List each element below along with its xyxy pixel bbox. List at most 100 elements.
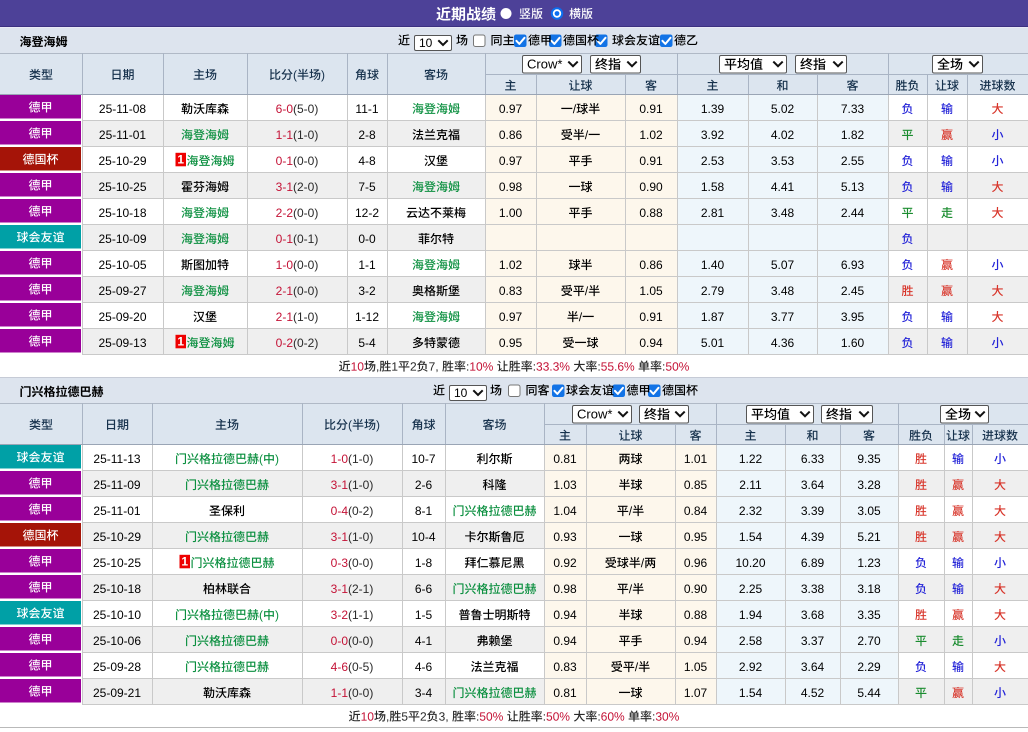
svg-text:6.93: 6.93 [841,258,865,272]
svg-text:0-3: 0-3 [331,556,349,570]
svg-text:5-4: 5-4 [358,336,376,350]
svg-text:0.83: 0.83 [553,660,577,674]
svg-text:1.22: 1.22 [739,452,763,466]
svg-text:2.81: 2.81 [701,206,725,220]
svg-text:1.01: 1.01 [684,452,708,466]
svg-text:(1-0): (1-0) [348,530,373,544]
svg-text:10: 10 [419,36,433,50]
svg-text:1.82: 1.82 [841,128,865,142]
svg-text:25-09-21: 25-09-21 [93,686,141,700]
svg-text:8-1: 8-1 [415,504,433,518]
svg-text:1: 1 [181,555,188,569]
svg-text:(0-5): (0-5) [348,660,373,674]
svg-text:3.53: 3.53 [771,154,795,168]
svg-text:1-1: 1-1 [358,258,376,272]
svg-text:1.23: 1.23 [857,556,881,570]
svg-text:0.86: 0.86 [639,258,663,272]
svg-text:3.95: 3.95 [841,310,865,324]
svg-text:12-2: 12-2 [355,206,379,220]
svg-text:0.81: 0.81 [553,686,577,700]
svg-text:4.36: 4.36 [771,336,795,350]
svg-text:(1-0): (1-0) [348,452,373,466]
svg-text:(5-0): (5-0) [293,102,318,116]
svg-text:5.07: 5.07 [771,258,795,272]
svg-text:25-11-01: 25-11-01 [99,128,146,142]
svg-text:0.94: 0.94 [684,634,708,648]
svg-text:3.37: 3.37 [801,634,825,648]
svg-text:3.05: 3.05 [857,504,881,518]
svg-text:2.53: 2.53 [701,154,725,168]
svg-text:0.91: 0.91 [639,154,663,168]
svg-text:0-0: 0-0 [358,232,376,246]
svg-text:1: 1 [177,153,184,167]
svg-text:3.64: 3.64 [801,478,825,492]
svg-text:0.90: 0.90 [684,582,708,596]
svg-text:3.68: 3.68 [801,608,825,622]
svg-text:2-6: 2-6 [415,478,433,492]
svg-text:2.92: 2.92 [739,660,763,674]
svg-text:4-8: 4-8 [358,154,376,168]
svg-text:1.05: 1.05 [684,660,708,674]
svg-text:1-1: 1-1 [331,686,349,700]
svg-text:1.58: 1.58 [701,180,725,194]
svg-text:5.21: 5.21 [857,530,881,544]
svg-text:2.25: 2.25 [739,582,763,596]
svg-text:3.48: 3.48 [771,206,795,220]
svg-text:0.81: 0.81 [553,452,577,466]
svg-text:(1-1): (1-1) [348,608,373,622]
svg-text:2.55: 2.55 [841,154,865,168]
svg-text:2-2: 2-2 [276,206,294,220]
svg-text:1.54: 1.54 [739,530,763,544]
svg-text:0-0: 0-0 [331,634,349,648]
svg-text:5.02: 5.02 [771,102,795,116]
svg-text:1.87: 1.87 [701,310,725,324]
svg-text:(0-0): (0-0) [293,154,318,168]
svg-text:25-10-09: 25-10-09 [98,232,146,246]
svg-text:(1-0): (1-0) [293,128,318,142]
svg-text:25-11-09: 25-11-09 [93,478,140,492]
svg-text:4-1: 4-1 [415,634,433,648]
svg-text:0.91: 0.91 [639,310,663,324]
svg-text:10: 10 [454,386,468,400]
svg-text:25-10-29: 25-10-29 [98,154,146,168]
svg-text:4.02: 4.02 [771,128,795,142]
svg-text:5.01: 5.01 [701,336,725,350]
svg-text:0.95: 0.95 [499,336,523,350]
svg-text:0-1: 0-1 [276,154,294,168]
svg-text:25-09-20: 25-09-20 [98,310,146,324]
svg-text:(0-2): (0-2) [293,336,318,350]
svg-text:25-10-25: 25-10-25 [93,556,141,570]
svg-text:3.18: 3.18 [857,582,881,596]
svg-text:10.20: 10.20 [735,556,765,570]
svg-text:3-1: 3-1 [276,180,294,194]
svg-text:(2-0): (2-0) [293,180,318,194]
svg-text:2-8: 2-8 [358,128,376,142]
svg-text:3-1: 3-1 [331,478,349,492]
svg-text:7.33: 7.33 [841,102,865,116]
svg-text:6-6: 6-6 [415,582,433,596]
svg-text:2.45: 2.45 [841,284,865,298]
svg-text:Crow*: Crow* [577,407,612,422]
svg-text:(0-0): (0-0) [348,634,373,648]
svg-text:2-1: 2-1 [276,310,294,324]
svg-text:1.00: 1.00 [499,206,523,220]
svg-text:1-0: 1-0 [331,452,349,466]
svg-text:1-8: 1-8 [415,556,433,570]
svg-text:0.88: 0.88 [639,206,663,220]
svg-text:1.40: 1.40 [701,258,725,272]
svg-text:0.94: 0.94 [553,608,577,622]
svg-text:25-10-18: 25-10-18 [93,582,141,596]
svg-text:2.79: 2.79 [701,284,725,298]
svg-text:3.35: 3.35 [857,608,881,622]
svg-text:0.95: 0.95 [684,530,708,544]
svg-text:2.11: 2.11 [739,478,762,492]
svg-text:25-10-29: 25-10-29 [93,530,141,544]
svg-text:25-10-10: 25-10-10 [93,608,141,622]
svg-text:(0-0): (0-0) [293,258,318,272]
svg-text:0.97: 0.97 [499,310,523,324]
svg-text:(2-1): (2-1) [348,582,373,596]
svg-text:2.29: 2.29 [857,660,881,674]
svg-text:25-10-18: 25-10-18 [98,206,146,220]
svg-text:1.07: 1.07 [684,686,708,700]
svg-text:1.03: 1.03 [553,478,577,492]
